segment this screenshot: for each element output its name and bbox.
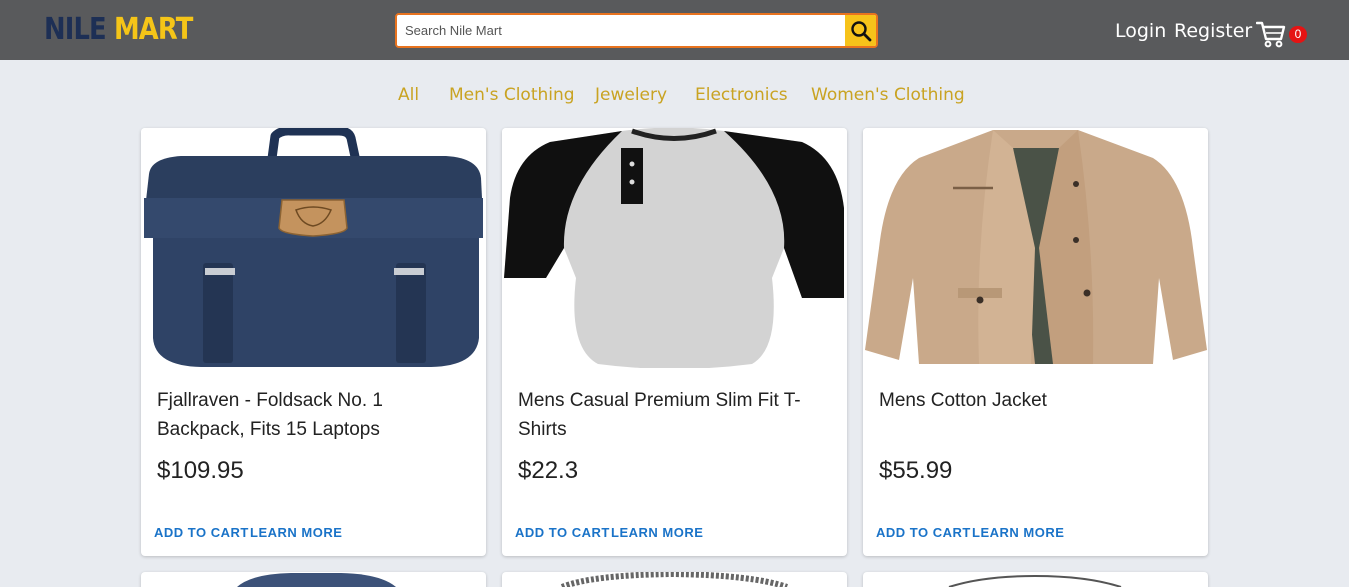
tab-electronics[interactable]: Electronics xyxy=(695,84,788,106)
product-image-partial[interactable] xyxy=(502,572,847,587)
product-price: $22.3 xyxy=(518,457,579,484)
category-tabs: All Men's Clothing Jewelery Electronics … xyxy=(0,84,1349,106)
add-to-cart-button[interactable]: ADD TO CART xyxy=(876,525,971,541)
cart-button[interactable] xyxy=(1255,20,1286,48)
top-header: NILE MART Login Register 0 xyxy=(0,0,1349,60)
tab-womens-clothing[interactable]: Women's Clothing xyxy=(811,84,965,106)
product-image-jacket[interactable] xyxy=(863,128,1208,368)
site-logo[interactable]: NILE MART xyxy=(44,12,193,48)
product-image-partial[interactable] xyxy=(863,572,1208,587)
learn-more-button[interactable]: LEARN MORE xyxy=(250,525,342,541)
add-to-cart-button[interactable]: ADD TO CART xyxy=(515,525,610,541)
product-price: $109.95 xyxy=(157,457,244,484)
tab-jewelery[interactable]: Jewelery xyxy=(595,84,667,106)
search-button[interactable] xyxy=(845,15,876,46)
logo-part-1: NILE xyxy=(44,12,107,47)
register-link[interactable]: Register xyxy=(1174,19,1252,43)
learn-more-button[interactable]: LEARN MORE xyxy=(611,525,703,541)
cart-count-badge: 0 xyxy=(1289,26,1307,43)
product-title[interactable]: Mens Casual Premium Slim Fit T-Shirts xyxy=(518,386,836,444)
product-card xyxy=(502,572,847,587)
logo-part-2: MART xyxy=(113,12,193,47)
product-image-partial[interactable] xyxy=(141,572,486,587)
product-card xyxy=(863,572,1208,587)
tab-all[interactable]: All xyxy=(398,84,419,106)
login-link[interactable]: Login xyxy=(1115,19,1166,43)
product-card xyxy=(141,572,486,587)
product-card: Mens Cotton Jacket $55.99 ADD TO CART LE… xyxy=(863,128,1208,556)
tab-mens-clothing[interactable]: Men's Clothing xyxy=(449,84,575,106)
product-title[interactable]: Mens Cotton Jacket xyxy=(879,386,1197,415)
search-input[interactable] xyxy=(397,15,845,46)
product-card: Mens Casual Premium Slim Fit T-Shirts $2… xyxy=(502,128,847,556)
product-title[interactable]: Fjallraven - Foldsack No. 1 Backpack, Fi… xyxy=(157,386,475,444)
learn-more-button[interactable]: LEARN MORE xyxy=(972,525,1064,541)
product-image-tshirt[interactable] xyxy=(502,128,847,368)
search-bar xyxy=(395,13,878,48)
product-card: Fjallraven - Foldsack No. 1 Backpack, Fi… xyxy=(141,128,486,556)
product-image-backpack[interactable] xyxy=(141,128,486,368)
shopping-cart-icon xyxy=(1255,21,1286,48)
magnifier-icon xyxy=(850,20,871,41)
add-to-cart-button[interactable]: ADD TO CART xyxy=(154,525,249,541)
product-price: $55.99 xyxy=(879,457,953,484)
